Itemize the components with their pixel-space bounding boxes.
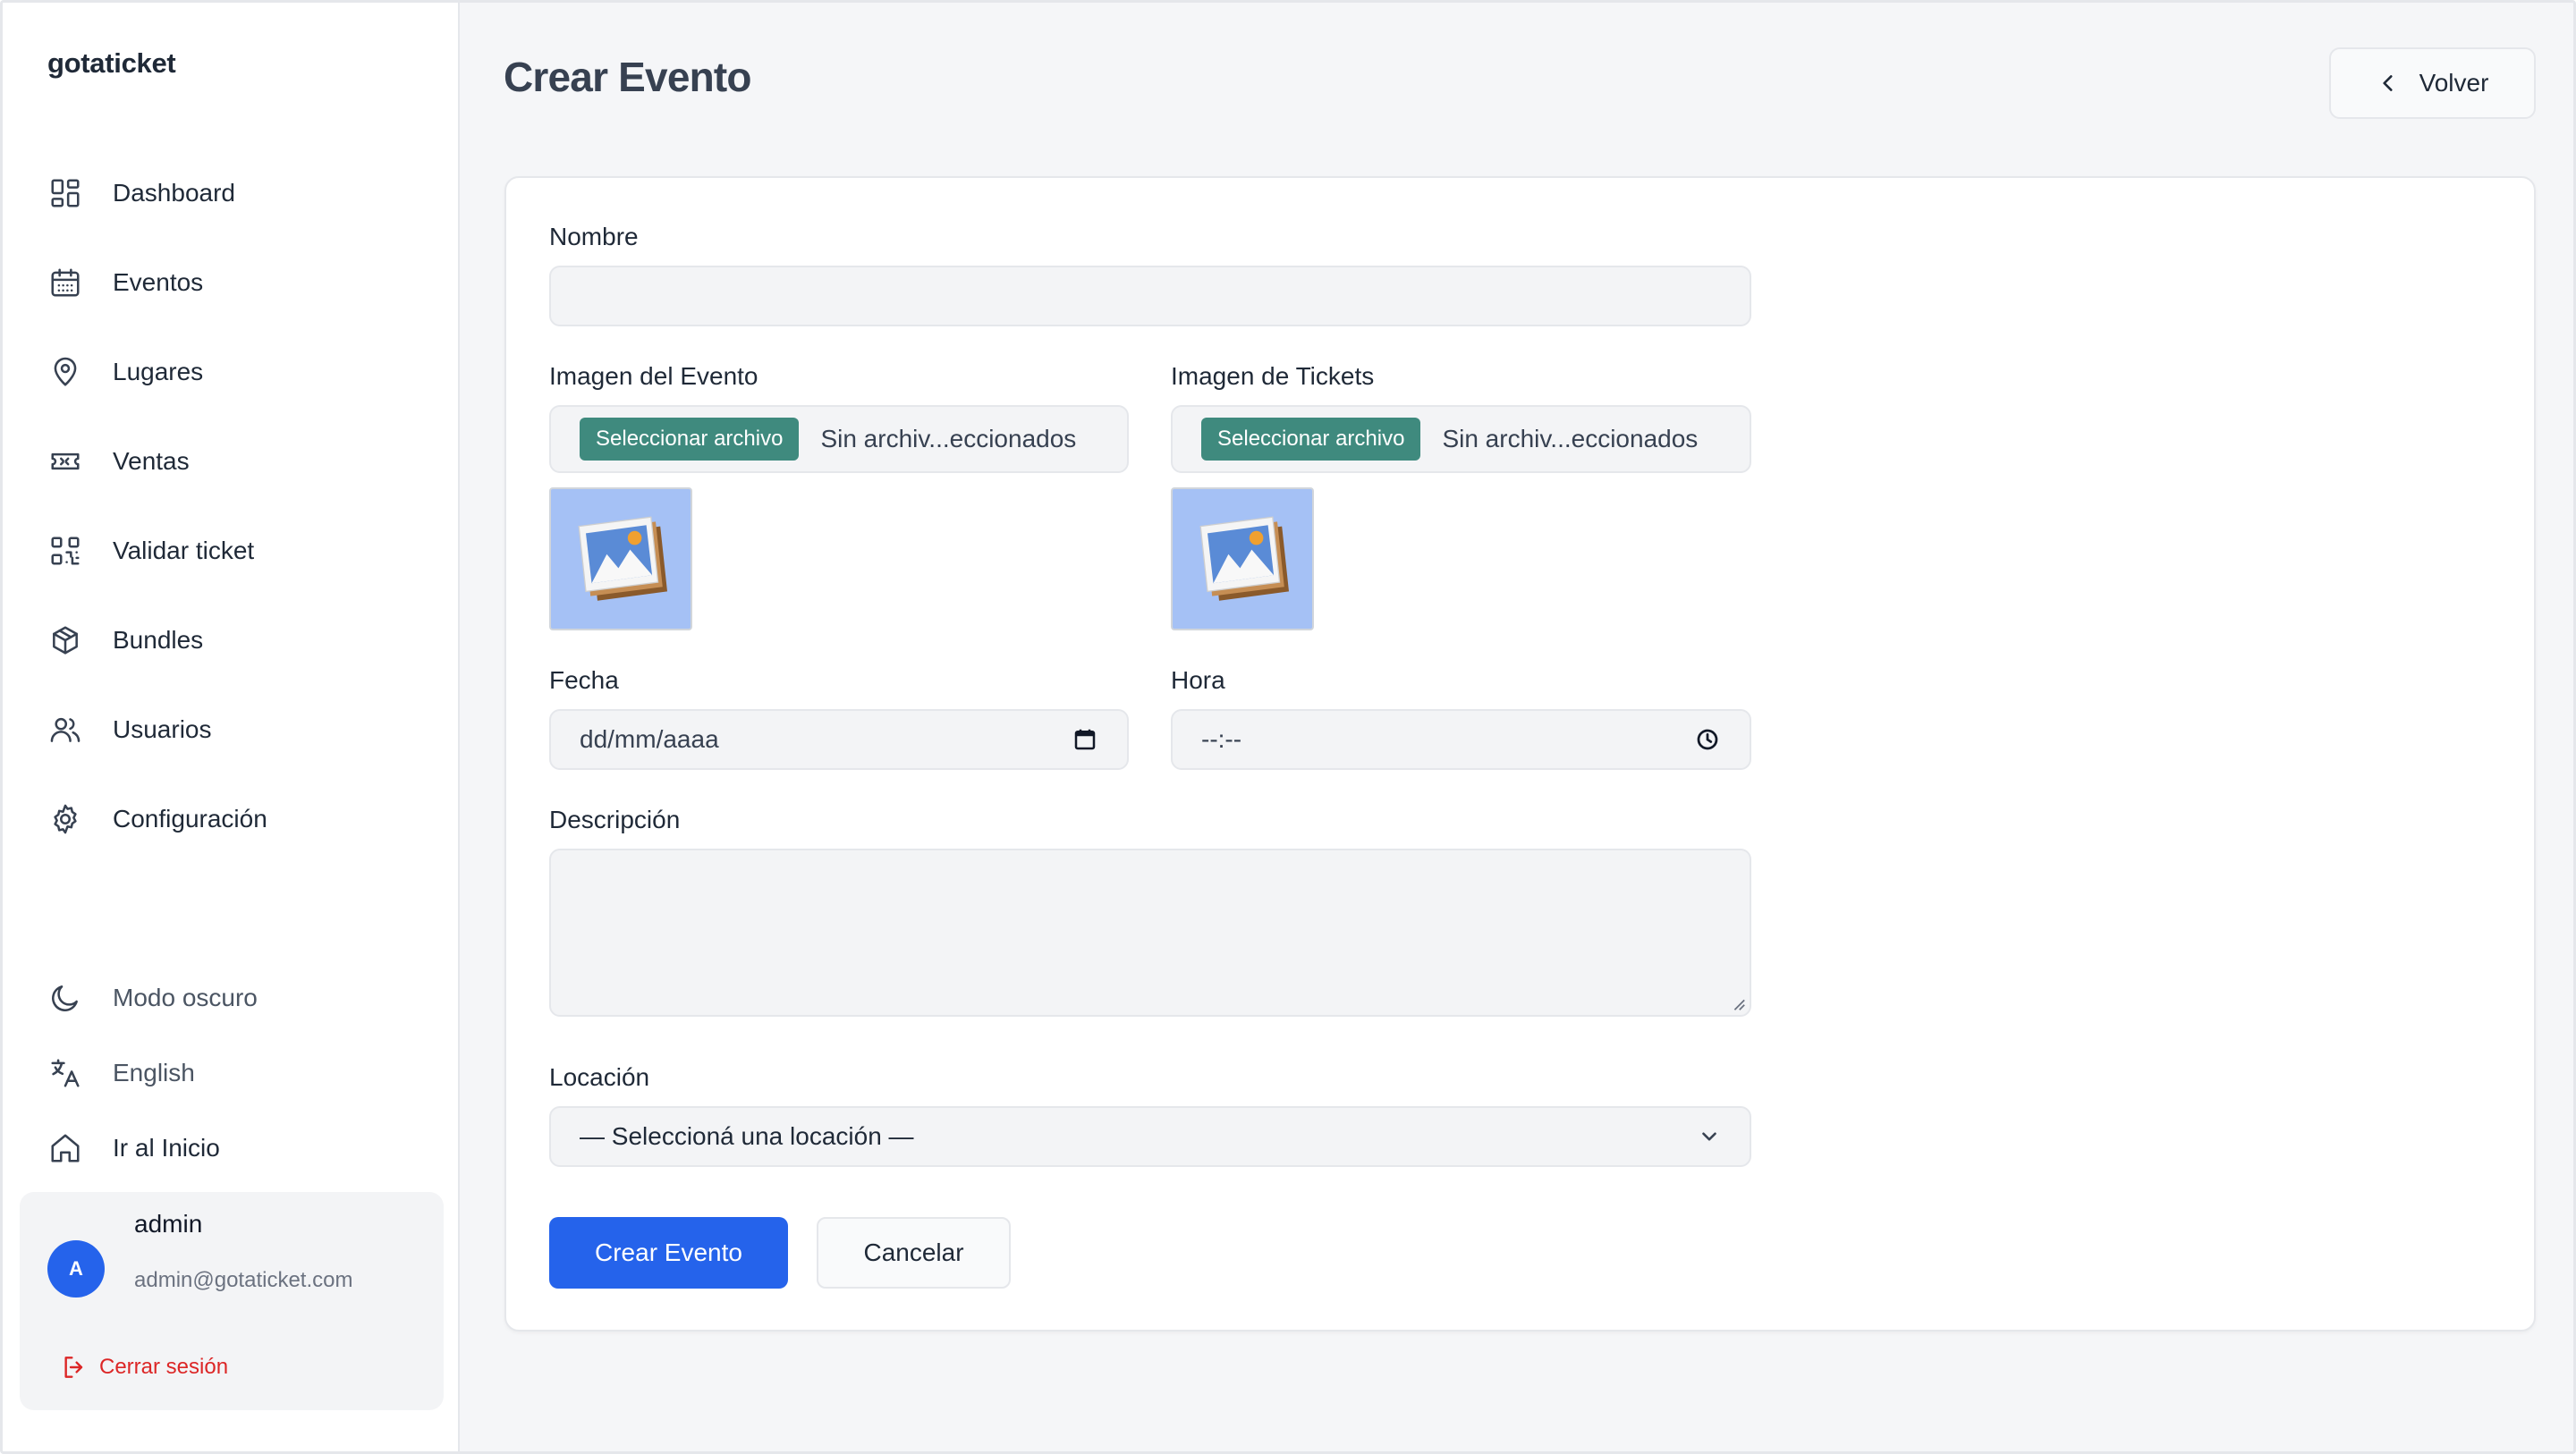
home-label: Ir al Inicio: [113, 1134, 220, 1162]
event-image-label: Imagen del Evento: [549, 362, 758, 390]
user-email: admin@gotaticket.com: [134, 1268, 353, 1292]
avatar: A: [47, 1240, 105, 1298]
resize-handle-icon[interactable]: [1730, 995, 1746, 1011]
calendar-icon: [47, 265, 83, 300]
location-select[interactable]: — Seleccioná una locación —: [549, 1106, 1751, 1167]
chevron-left-icon: [2382, 75, 2393, 91]
create-event-button[interactable]: Crear Evento: [549, 1217, 788, 1289]
language-switch[interactable]: English: [21, 1037, 443, 1109]
sidebar-item-configuracion[interactable]: Configuración: [21, 783, 443, 855]
chevron-down-icon: [1702, 1132, 1716, 1141]
logout-button[interactable]: Cerrar sesión: [60, 1353, 228, 1382]
logout-icon: [64, 1357, 83, 1378]
ticket-icon: [47, 444, 83, 479]
time-input[interactable]: --:--: [1171, 709, 1751, 770]
sidebar-item-label: Usuarios: [113, 715, 212, 743]
event-image-select-button[interactable]: Seleccionar archivo: [580, 418, 800, 461]
ticket-image-label: Imagen de Tickets: [1171, 362, 1375, 390]
sidebar-item-eventos[interactable]: Eventos: [21, 247, 443, 318]
time-label: Hora: [1171, 666, 1225, 694]
home-link[interactable]: Ir al Inicio: [21, 1112, 443, 1184]
translate-icon: [47, 1055, 83, 1091]
user-name: admin: [134, 1210, 203, 1238]
users-icon: [47, 712, 83, 748]
date-label: Fecha: [549, 666, 619, 694]
time-input-value: --:--: [1201, 725, 1242, 753]
sidebar-item-label: Dashboard: [113, 179, 235, 207]
image-placeholder-icon: [578, 516, 667, 601]
sidebar-item-bundles[interactable]: Bundles: [21, 604, 443, 676]
cancel-button[interactable]: Cancelar: [817, 1217, 1011, 1289]
name-label: Nombre: [549, 223, 639, 250]
sidebar-item-dashboard[interactable]: Dashboard: [21, 157, 443, 229]
date-input[interactable]: dd/mm/aaaa: [549, 709, 1129, 770]
qr-code-icon: [47, 533, 83, 569]
sidebar-item-label: Eventos: [113, 268, 204, 296]
calendar-picker-icon[interactable]: [1072, 726, 1098, 753]
sidebar: gotaticket Dashboard Eventos Lugares Ven…: [3, 3, 460, 1451]
clock-icon[interactable]: [1694, 726, 1721, 753]
sidebar-item-label: Bundles: [113, 626, 204, 654]
ticket-image-select-button[interactable]: Seleccionar archivo: [1201, 418, 1421, 461]
ticket-image-file-input[interactable]: Seleccionar archivo Sin archiv...ecciona…: [1171, 405, 1751, 473]
ticket-image-file-status: Sin archiv...eccionados: [1442, 425, 1699, 452]
date-input-value: dd/mm/aaaa: [580, 725, 719, 753]
ticket-image-placeholder: [1171, 487, 1314, 630]
sidebar-item-label: Ventas: [113, 447, 190, 475]
map-pin-icon: [47, 354, 83, 390]
package-icon: [47, 622, 83, 658]
event-image-file-input[interactable]: Seleccionar archivo Sin archiv...ecciona…: [549, 405, 1129, 473]
back-button[interactable]: Volver: [2329, 47, 2536, 119]
app-window: gotaticket Dashboard Eventos Lugares Ven…: [0, 0, 2576, 1454]
sidebar-item-label: Configuración: [113, 805, 267, 833]
location-select-value: — Seleccioná una locación —: [580, 1122, 914, 1150]
description-label: Descripción: [549, 806, 681, 833]
logout-label: Cerrar sesión: [99, 1355, 229, 1379]
name-input[interactable]: [549, 266, 1751, 326]
sidebar-item-label: Validar ticket: [113, 537, 255, 564]
brand-logo[interactable]: gotaticket: [47, 47, 176, 80]
dark-mode-toggle[interactable]: Modo oscuro: [21, 962, 443, 1034]
user-card: A admin admin@gotaticket.com Cerrar sesi…: [20, 1192, 444, 1410]
settings-icon: [47, 801, 83, 837]
home-icon: [47, 1130, 83, 1166]
moon-icon: [47, 980, 83, 1016]
image-placeholder-icon: [1199, 516, 1289, 601]
sidebar-item-usuarios[interactable]: Usuarios: [21, 694, 443, 765]
sidebar-item-label: Lugares: [113, 358, 204, 385]
dashboard-icon: [47, 175, 83, 211]
description-textarea[interactable]: [549, 849, 1751, 1017]
page-title: Crear Evento: [504, 54, 752, 100]
event-form: Nombre Imagen del Evento Seleccionar arc…: [504, 176, 2536, 1331]
event-image-placeholder: [549, 487, 692, 630]
location-label: Locación: [549, 1063, 650, 1091]
sidebar-item-ventas[interactable]: Ventas: [21, 426, 443, 497]
event-image-file-status: Sin archiv...eccionados: [820, 425, 1077, 452]
sidebar-item-lugares[interactable]: Lugares: [21, 336, 443, 408]
dark-mode-label: Modo oscuro: [113, 984, 258, 1011]
language-label: English: [113, 1059, 195, 1086]
sidebar-item-validar-ticket[interactable]: Validar ticket: [21, 515, 443, 587]
back-button-label: Volver: [2419, 69, 2489, 97]
